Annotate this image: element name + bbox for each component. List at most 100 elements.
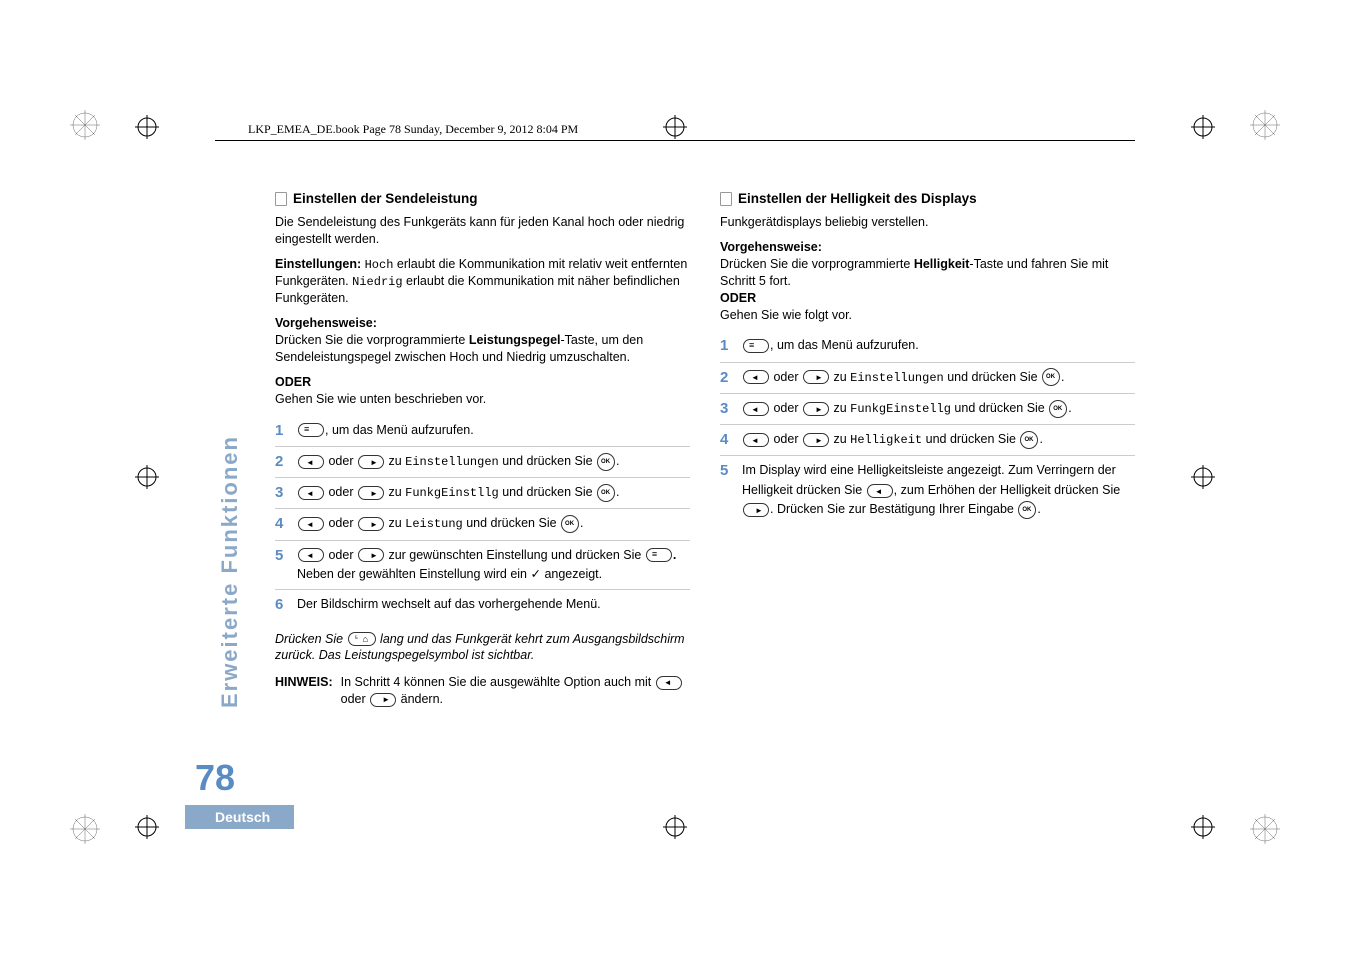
oder-label: ODER	[275, 374, 690, 391]
decoration-crosshair	[1250, 814, 1280, 844]
note-text: In Schritt 4 können Sie die ausgewählte …	[341, 674, 690, 708]
left-button-icon	[298, 548, 324, 562]
step-list: 1 , um das Menü aufzurufen. 2 oder zu Ei…	[275, 416, 690, 621]
step-text: , um das Menü aufzurufen.	[297, 421, 690, 440]
option-hoch: Hoch	[365, 258, 394, 272]
language-label: Deutsch	[185, 805, 294, 829]
header-line	[215, 140, 1135, 141]
procedure-label: Vorgehensweise:	[275, 315, 690, 332]
paragraph: Gehen Sie wie folgt vor.	[720, 307, 1135, 324]
option-niedrig: Niedrig	[352, 275, 402, 289]
ok-button-icon	[597, 453, 615, 471]
section-heading-sendeleistung: Einstellen der Sendeleistung	[275, 190, 690, 208]
step-4: 4 oder zu Leistung und drücken Sie .	[275, 509, 690, 540]
left-button-icon	[743, 402, 769, 416]
step-number: 1	[275, 421, 289, 441]
italic-note: Drücken Sie lang und das Funkgerät kehrt…	[275, 631, 690, 665]
crop-mark	[1191, 465, 1215, 489]
step-text: oder zur gewünschten Einstellung und drü…	[297, 546, 690, 585]
step-number: 3	[275, 483, 289, 503]
step-text: Im Display wird eine Helligkeitsleiste a…	[742, 461, 1135, 519]
crop-mark	[135, 465, 159, 489]
label: Einstellungen:	[275, 257, 361, 271]
decoration-crosshair	[70, 814, 100, 844]
note-label: HINWEIS:	[275, 674, 333, 708]
step-number: 4	[720, 430, 734, 450]
right-button-icon	[358, 455, 384, 469]
decoration-crosshair	[70, 110, 100, 140]
right-button-icon	[358, 486, 384, 500]
paragraph: Gehen Sie wie unten beschrieben vor.	[275, 391, 690, 408]
right-column: Einstellen der Helligkeit des Displays F…	[720, 190, 1135, 708]
step-5: 5 Im Display wird eine Helligkeitsleiste…	[720, 456, 1135, 524]
page-content: Erweiterte Funktionen Einstellen der Sen…	[215, 190, 1135, 708]
header-book-info: LKP_EMEA_DE.book Page 78 Sunday, Decembe…	[248, 122, 578, 137]
paragraph: Die Sendeleistung des Funkgeräts kann fü…	[275, 214, 690, 248]
right-button-icon	[370, 693, 396, 707]
step-text: , um das Menü aufzurufen.	[742, 336, 1135, 355]
step-number: 6	[275, 595, 289, 615]
step-number: 2	[720, 368, 734, 388]
crop-mark	[1191, 815, 1215, 839]
menu-button-icon	[743, 339, 769, 353]
step-3: 3 oder zu FunkgEinstllg und drücken Sie …	[275, 478, 690, 509]
step-text: oder zu Leistung und drücken Sie .	[297, 514, 690, 534]
procedure-label: Vorgehensweise:	[720, 239, 1135, 256]
right-button-icon	[743, 503, 769, 517]
crop-mark	[663, 115, 687, 139]
step-number: 4	[275, 514, 289, 534]
step-text: oder zu Einstellungen und drücken Sie .	[297, 452, 690, 472]
step-number: 3	[720, 399, 734, 419]
paragraph-settings: Einstellungen: Hoch erlaubt die Kommunik…	[275, 256, 690, 307]
step-number: 1	[720, 336, 734, 356]
left-button-icon	[743, 370, 769, 384]
page-icon	[275, 192, 287, 206]
step-number: 2	[275, 452, 289, 472]
crop-mark	[663, 815, 687, 839]
step-text: Der Bildschirm wechselt auf das vorherge…	[297, 595, 690, 614]
home-button-icon	[348, 632, 376, 646]
step-number: 5	[275, 546, 289, 566]
step-text: oder zu Einstellungen und drücken Sie .	[742, 368, 1135, 388]
step-2: 2 oder zu Einstellungen und drücken Sie …	[720, 363, 1135, 394]
step-2: 2 oder zu Einstellungen und drücken Sie …	[275, 447, 690, 478]
step-text: oder zu FunkgEinstellg und drücken Sie .	[742, 399, 1135, 419]
paragraph: Drücken Sie die vorprogrammierte Helligk…	[720, 256, 1135, 290]
right-button-icon	[803, 402, 829, 416]
section-heading-helligkeit: Einstellen der Helligkeit des Displays	[720, 190, 1135, 208]
right-button-icon	[803, 433, 829, 447]
hinweis-note: HINWEIS: In Schritt 4 können Sie die aus…	[275, 674, 690, 708]
left-button-icon	[298, 455, 324, 469]
oder-label: ODER	[720, 290, 1135, 307]
heading-text: Einstellen der Helligkeit des Displays	[738, 190, 977, 208]
left-button-icon	[656, 676, 682, 690]
right-button-icon	[803, 370, 829, 384]
ok-button-icon	[597, 484, 615, 502]
step-number: 5	[720, 461, 734, 481]
left-button-icon	[867, 484, 893, 498]
step-6: 6 Der Bildschirm wechselt auf das vorher…	[275, 590, 690, 620]
step-text: oder zu FunkgEinstllg und drücken Sie .	[297, 483, 690, 503]
sidebar: Erweiterte Funktionen	[215, 190, 245, 708]
left-column: Einstellen der Sendeleistung Die Sendele…	[275, 190, 690, 708]
page-icon	[720, 192, 732, 206]
text: Drücken Sie die vorprogrammierte	[720, 257, 914, 271]
ok-button-icon	[1049, 400, 1067, 418]
crop-mark	[135, 115, 159, 139]
decoration-crosshair	[1250, 110, 1280, 140]
step-list: 1 , um das Menü aufzurufen. 2 oder zu Ei…	[720, 331, 1135, 524]
menu-button-icon	[298, 423, 324, 437]
crop-mark	[1191, 115, 1215, 139]
ok-button-icon	[1042, 368, 1060, 386]
crop-mark	[135, 815, 159, 839]
button-name: Helligkeit	[914, 257, 970, 271]
heading-text: Einstellen der Sendeleistung	[293, 190, 478, 208]
left-button-icon	[298, 517, 324, 531]
step-1: 1 , um das Menü aufzurufen.	[720, 331, 1135, 362]
button-name: Leistungspegel	[469, 333, 561, 347]
step-text: oder zu Helligkeit und drücken Sie .	[742, 430, 1135, 450]
step-3: 3 oder zu FunkgEinstellg und drücken Sie…	[720, 394, 1135, 425]
text: Drücken Sie die vorprogrammierte	[275, 333, 469, 347]
page-number: 78	[195, 757, 235, 799]
ok-button-icon	[1018, 501, 1036, 519]
